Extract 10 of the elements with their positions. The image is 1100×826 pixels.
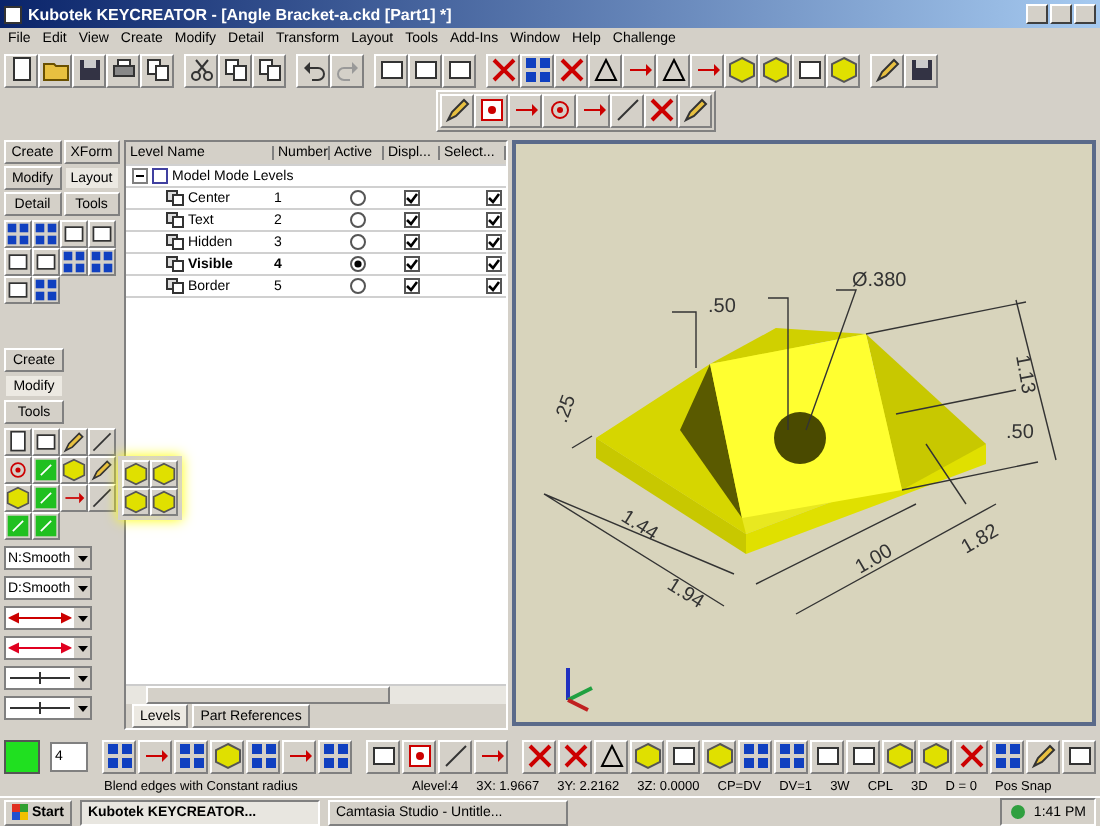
dimension-label: .50 [1006,422,1034,444]
dimension-label: .50 [708,296,736,318]
dimension-label: 1.44 [616,506,662,546]
window-title: Kubotek KEYCREATOR - [Angle Bracket-a.ckd [Part1] *] [28,5,452,23]
dimension-label: 1.82 [958,520,1003,560]
dimension-label: .25 [550,392,582,427]
dimension-label: 1.13 [1010,353,1039,396]
dimension-label: Ø.380 [852,270,907,292]
dimension-label: 1.00 [852,540,897,580]
dimension-label: 1.94 [662,574,708,614]
